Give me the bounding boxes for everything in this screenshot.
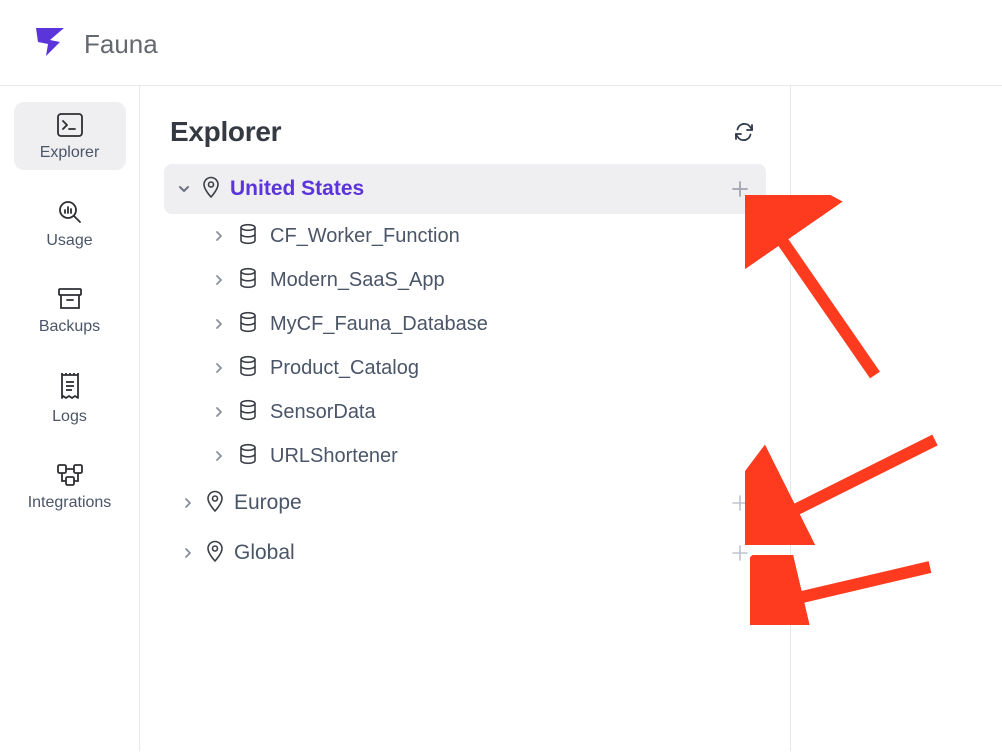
nav-usage[interactable]: Usage bbox=[14, 188, 126, 258]
database-label: Product_Catalog bbox=[270, 357, 419, 380]
chevron-right-icon bbox=[212, 318, 226, 330]
nav-label: Usage bbox=[46, 232, 92, 250]
location-icon bbox=[206, 540, 224, 567]
chevron-right-icon bbox=[212, 450, 226, 462]
add-database-button[interactable] bbox=[728, 491, 752, 515]
region-europe[interactable]: Europe bbox=[164, 478, 766, 528]
nav-logs[interactable]: Logs bbox=[14, 362, 126, 434]
location-icon bbox=[202, 176, 220, 203]
receipt-icon bbox=[58, 372, 82, 402]
database-row[interactable]: Modern_SaaS_App bbox=[164, 258, 766, 302]
region-label: Europe bbox=[234, 491, 718, 515]
database-icon bbox=[238, 443, 258, 470]
chevron-right-icon bbox=[180, 546, 196, 560]
nav-integrations[interactable]: Integrations bbox=[14, 452, 126, 520]
chevron-right-icon bbox=[212, 230, 226, 242]
add-database-button[interactable] bbox=[728, 177, 752, 201]
database-icon bbox=[238, 311, 258, 338]
database-label: Modern_SaaS_App bbox=[270, 269, 445, 292]
app-header: Fauna bbox=[0, 0, 1002, 85]
database-row[interactable]: URLShortener bbox=[164, 434, 766, 478]
database-label: MyCF_Fauna_Database bbox=[270, 313, 488, 336]
database-label: SensorData bbox=[270, 401, 376, 424]
chevron-right-icon bbox=[212, 406, 226, 418]
sidebar: Explorer Usage Backups Logs Integrations bbox=[0, 86, 140, 751]
nav-backups[interactable]: Backups bbox=[14, 276, 126, 344]
nav-label: Explorer bbox=[40, 144, 100, 162]
chevron-right-icon bbox=[180, 496, 196, 510]
database-icon bbox=[238, 223, 258, 250]
page-title: Explorer bbox=[170, 116, 281, 148]
region-label: United States bbox=[230, 177, 718, 201]
explorer-panel: Explorer United States bbox=[140, 86, 791, 751]
terminal-icon bbox=[56, 112, 84, 138]
location-icon bbox=[206, 490, 224, 517]
region-us[interactable]: United States bbox=[164, 164, 766, 214]
database-row[interactable]: MyCF_Fauna_Database bbox=[164, 302, 766, 346]
database-label: CF_Worker_Function bbox=[270, 225, 460, 248]
chevron-right-icon bbox=[212, 362, 226, 374]
database-row[interactable]: SensorData bbox=[164, 390, 766, 434]
brand-name: Fauna bbox=[84, 29, 158, 60]
database-icon bbox=[238, 267, 258, 294]
refresh-button[interactable] bbox=[730, 118, 758, 146]
database-label: URLShortener bbox=[270, 445, 398, 468]
chevron-down-icon bbox=[176, 182, 192, 196]
database-icon bbox=[238, 355, 258, 382]
archive-icon bbox=[56, 286, 84, 312]
nav-explorer[interactable]: Explorer bbox=[14, 102, 126, 170]
nav-label: Integrations bbox=[28, 494, 112, 512]
region-label: Global bbox=[234, 541, 718, 565]
integrations-icon bbox=[55, 462, 85, 488]
nav-label: Backups bbox=[39, 318, 100, 336]
region-global[interactable]: Global bbox=[164, 528, 766, 578]
add-database-button[interactable] bbox=[728, 541, 752, 565]
fauna-logo-icon bbox=[30, 22, 70, 67]
database-row[interactable]: CF_Worker_Function bbox=[164, 214, 766, 258]
region-tree: United States CF_Worker_Function Modern_… bbox=[164, 164, 766, 578]
nav-label: Logs bbox=[52, 408, 87, 426]
chevron-right-icon bbox=[212, 274, 226, 286]
database-icon bbox=[238, 399, 258, 426]
analytics-icon bbox=[56, 198, 84, 226]
main-area: Explorer United States bbox=[140, 86, 1002, 751]
database-row[interactable]: Product_Catalog bbox=[164, 346, 766, 390]
